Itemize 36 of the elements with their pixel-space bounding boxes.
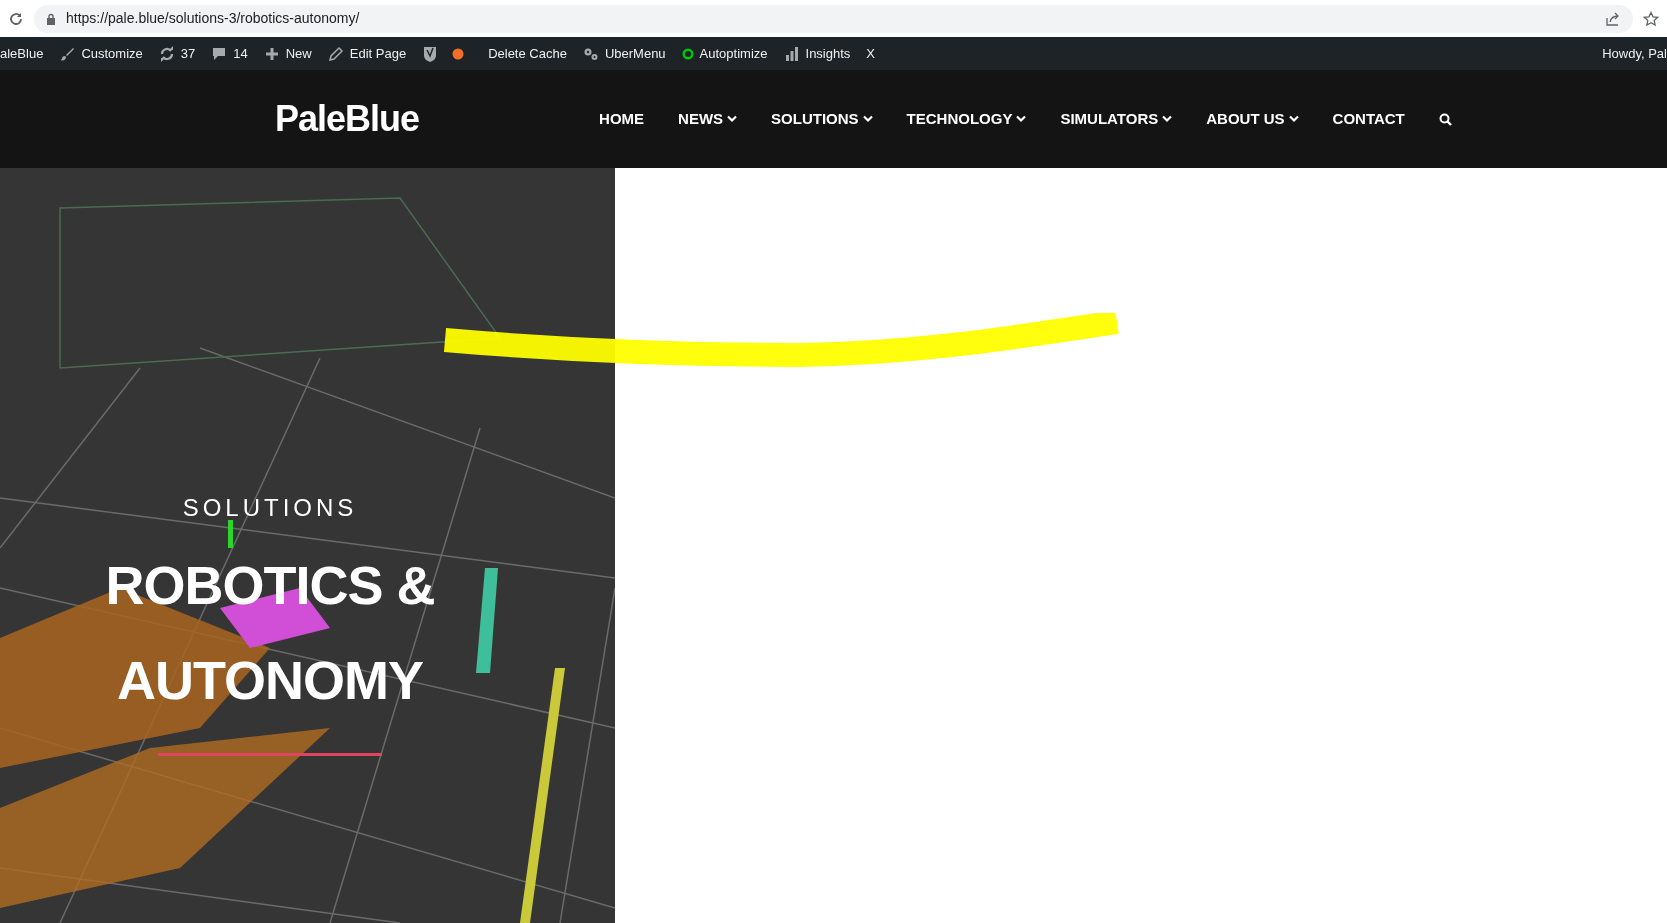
nav-link[interactable]: ABOUT US <box>1206 107 1299 131</box>
comment-icon <box>211 45 228 62</box>
admin-bar-link[interactable]: UberMenu <box>574 37 674 70</box>
admin-bar-link[interactable]: Edit Page <box>319 37 415 70</box>
admin-bar-link[interactable]: Autoptimize <box>673 37 776 70</box>
site-logo[interactable]: PaleBlue <box>275 92 420 146</box>
nav-link[interactable]: HOME <box>599 107 645 131</box>
nav-link[interactable]: CONTACT <box>1332 107 1405 131</box>
admin-bar-link[interactable]: Delete Cache <box>480 37 575 70</box>
share-icon <box>1605 10 1621 27</box>
admin-bar-link[interactable]: Insights <box>775 37 859 70</box>
nav-link[interactable]: SOLUTIONS <box>771 107 873 131</box>
nav-link[interactable]: TECHNOLOGY <box>906 107 1027 131</box>
nav-link[interactable]: SIMULATORS <box>1060 107 1173 131</box>
admin-bar-link[interactable]: X <box>858 37 883 70</box>
reload-icon <box>8 10 24 27</box>
star-icon <box>1643 10 1659 27</box>
url-text: https://pale.blue/solutions-3/robotics-autonomy/ <box>66 9 360 28</box>
lock-icon <box>46 12 56 25</box>
nav-link[interactable]: NEWS <box>678 107 738 131</box>
admin-bar-link[interactable]: 37 <box>150 37 204 70</box>
admin-bar-link[interactable]: aleBlue <box>0 37 52 70</box>
shield-icon <box>422 44 439 63</box>
admin-bar-link[interactable]: Customize <box>51 37 151 70</box>
plus-icon <box>263 45 280 62</box>
admin-bar-link[interactable]: New <box>255 37 320 70</box>
admin-bar-link[interactable]: 14 <box>203 37 256 70</box>
bar-chart-icon <box>783 45 800 62</box>
pencil-icon <box>327 45 344 62</box>
brush-icon <box>59 45 76 62</box>
hero-eyebrow: SOLUTIONS <box>182 493 358 523</box>
refresh-icon <box>158 45 175 62</box>
search-icon[interactable] <box>1438 112 1452 126</box>
account-link[interactable]: Howdy, Pal <box>1594 37 1667 70</box>
hero-title: ROBOTICS & AUTONOMY <box>104 554 436 712</box>
address-bar[interactable]: https://pale.blue/solutions-3/robotics-autonomy/ <box>34 4 1633 33</box>
